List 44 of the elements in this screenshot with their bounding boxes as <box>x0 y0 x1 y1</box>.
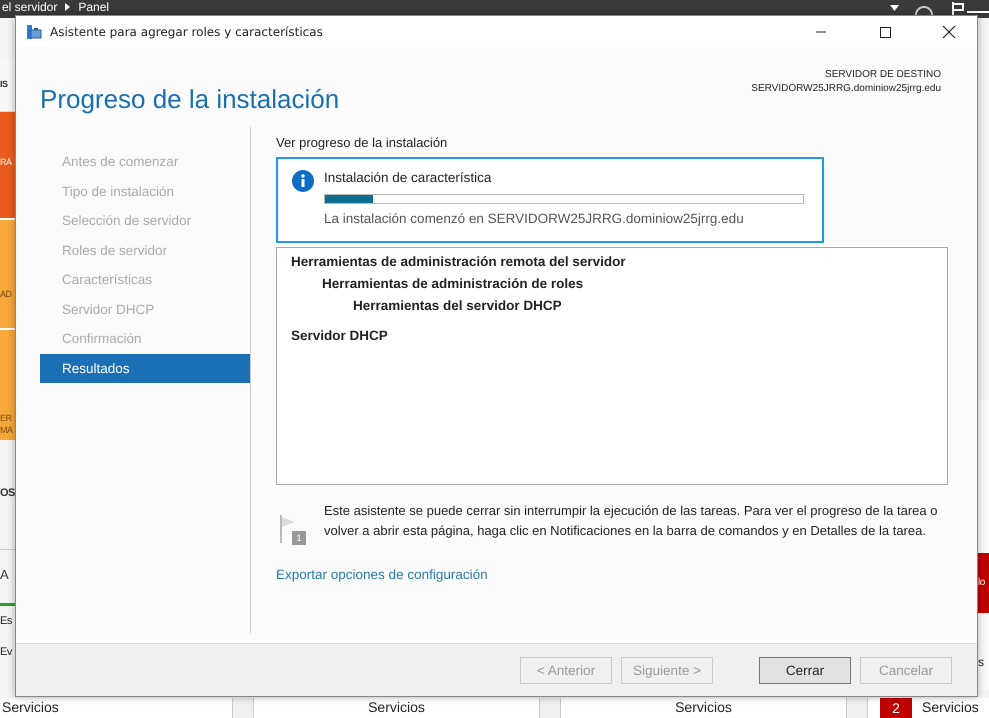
row-text: s <box>978 655 984 669</box>
result-item: Herramientas de administración remota del servidor <box>291 253 627 271</box>
wizard-step[interactable]: Selección de servidor <box>40 206 250 236</box>
wizard-step[interactable]: Roles de servidor <box>40 236 250 265</box>
row-text: Es <box>0 614 13 629</box>
tile-text: AD <box>0 220 15 330</box>
wizard-button[interactable]: Cerrar <box>759 656 851 684</box>
breadcrumb-text: el servidor <box>2 0 58 14</box>
dropdown-icon[interactable] <box>890 5 899 11</box>
wizard-step[interactable]: Características <box>40 265 250 294</box>
breadcrumb-text: Panel <box>78 0 110 14</box>
status-message: La instalación comenzó en SERVIDORW25JRRG.dominiow25jrrg.edu <box>324 211 745 226</box>
wizard-icon <box>26 24 42 40</box>
notification-badge: 1 <box>292 531 306 545</box>
result-item: Herramientas de administración de roles <box>321 275 584 293</box>
row-text: Ev <box>0 645 14 660</box>
tile-text: lo <box>978 553 989 613</box>
wizard-step[interactable]: Resultados <box>40 354 250 383</box>
section-label: Ver progreso de la instalación <box>276 135 448 152</box>
wizard-step[interactable]: Servidor DHCP <box>40 294 250 324</box>
close-icon[interactable] <box>942 24 956 38</box>
count-badge: 2 <box>880 698 912 718</box>
row-text: Servicios <box>675 699 732 715</box>
row-text: Servicios <box>922 698 979 717</box>
flag-icon <box>280 515 296 543</box>
wizard-step[interactable]: Confirmación <box>40 324 250 354</box>
info-note: Este asistente se puede cerrar sin interrumpir la ejecución de las tareas. Para ver el progreso de la tarea o volver a abrir esta página, haga clic en Notificaciones en la barra de comandos y en Detalles de la tarea. <box>324 502 938 540</box>
result-item: Herramientas del servidor DHCP <box>352 297 563 315</box>
maximize-icon[interactable] <box>879 26 891 38</box>
page-title: Progreso de la instalación <box>40 83 340 116</box>
tile-text: ER MA <box>0 330 15 440</box>
info-icon <box>292 170 314 192</box>
wizard-step[interactable]: Antes de comenzar <box>40 147 250 176</box>
flag-icon[interactable] <box>949 0 989 15</box>
row-text: Servicios <box>2 699 59 715</box>
destination-server: SERVIDORW25JRRG.dominiow25jrrg.edu <box>751 82 941 96</box>
window-title: Asistente para agregar roles y características <box>50 24 324 38</box>
export-link[interactable]: Exportar opciones de configuración <box>276 567 488 582</box>
row-text: Servicios <box>368 699 425 715</box>
destination-label: SERVIDOR DE DESTINO <box>824 68 941 82</box>
status-title: Instalación de característica <box>324 170 492 185</box>
result-item: Servidor DHCP <box>291 327 389 345</box>
tile-text: RÁ <box>0 112 15 220</box>
wizard-step[interactable]: Tipo de instalación <box>40 176 250 206</box>
